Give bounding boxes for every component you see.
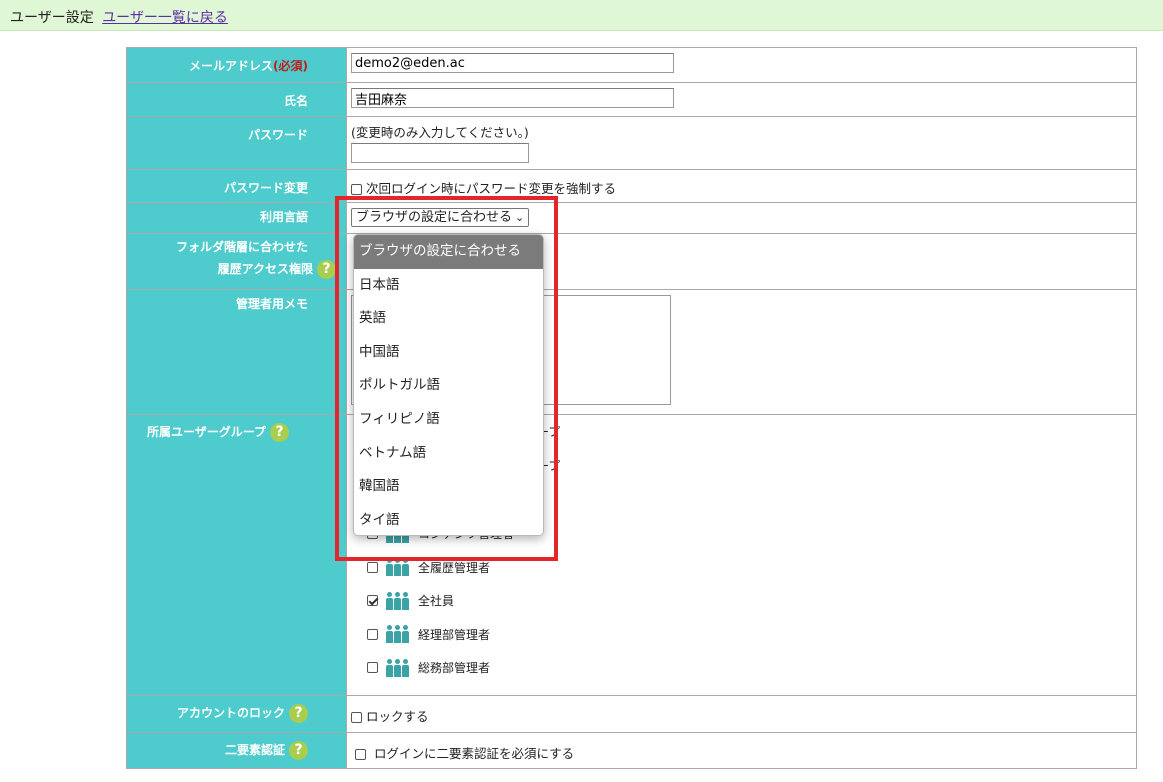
password-change-label: パスワード変更	[126, 169, 347, 203]
user-settings-form: メールアドレス(必須) 氏名 パスワード (変更時のみ入力してください。) パス…	[126, 47, 1137, 769]
back-to-user-list-link[interactable]: ユーザー一覧に戻る	[102, 10, 228, 26]
required-mark: (必須)	[273, 59, 308, 73]
admin-memo-label: 管理者用メモ	[126, 289, 347, 415]
group-item: 総務部管理者	[349, 651, 1132, 685]
folder-access-label: フォルダ階層に合わせた 履歴アクセス権限?	[126, 233, 347, 290]
account-lock-label: アカウントのロック?	[126, 695, 347, 733]
people-icon	[386, 658, 410, 677]
password-hint: (変更時のみ入力してください。)	[351, 125, 529, 140]
group-checkbox[interactable]	[367, 662, 378, 674]
two-factor-text: ログインに二要素認証を必須にする	[373, 746, 575, 761]
group-item: 経理部管理者	[349, 618, 1132, 652]
name-field[interactable]	[351, 88, 674, 108]
help-icon[interactable]: ?	[289, 704, 308, 723]
help-icon[interactable]: ?	[317, 260, 336, 279]
annotation-highlight-box	[335, 196, 558, 561]
email-cell	[346, 47, 1137, 83]
two-factor-cell: ログインに二要素認証を必須にする	[346, 732, 1137, 769]
page-title: ユーザー設定	[10, 10, 94, 26]
password-field[interactable]	[351, 143, 529, 163]
help-icon[interactable]: ?	[270, 423, 290, 442]
people-icon	[386, 625, 410, 644]
language-label: 利用言語	[126, 202, 347, 234]
force-password-change-text: 次回ログイン時にパスワード変更を強制する	[365, 181, 616, 196]
group-checkbox[interactable]	[367, 561, 378, 573]
password-cell: (変更時のみ入力してください。)	[346, 116, 1137, 170]
password-label: パスワード	[126, 116, 347, 170]
force-password-change-checkbox[interactable]	[351, 184, 362, 195]
people-icon	[386, 591, 410, 610]
account-lock-text: ロックする	[365, 709, 429, 724]
group-checkbox[interactable]	[367, 628, 378, 640]
email-label: メールアドレス(必須)	[126, 47, 347, 83]
two-factor-label: 二要素認証?	[126, 732, 347, 769]
name-label: 氏名	[126, 82, 347, 117]
help-icon[interactable]: ?	[289, 741, 308, 760]
account-lock-cell: ロックする	[346, 695, 1137, 733]
email-field[interactable]	[351, 53, 674, 73]
top-header: ユーザー設定 ユーザー一覧に戻る	[0, 0, 1163, 31]
user-groups-label: 所属ユーザーグループ?	[126, 414, 347, 696]
group-checkbox[interactable]	[367, 595, 378, 607]
two-factor-checkbox[interactable]	[355, 749, 366, 760]
name-cell	[346, 82, 1137, 117]
group-item: 全社員	[349, 584, 1132, 618]
account-lock-checkbox[interactable]	[351, 712, 362, 723]
